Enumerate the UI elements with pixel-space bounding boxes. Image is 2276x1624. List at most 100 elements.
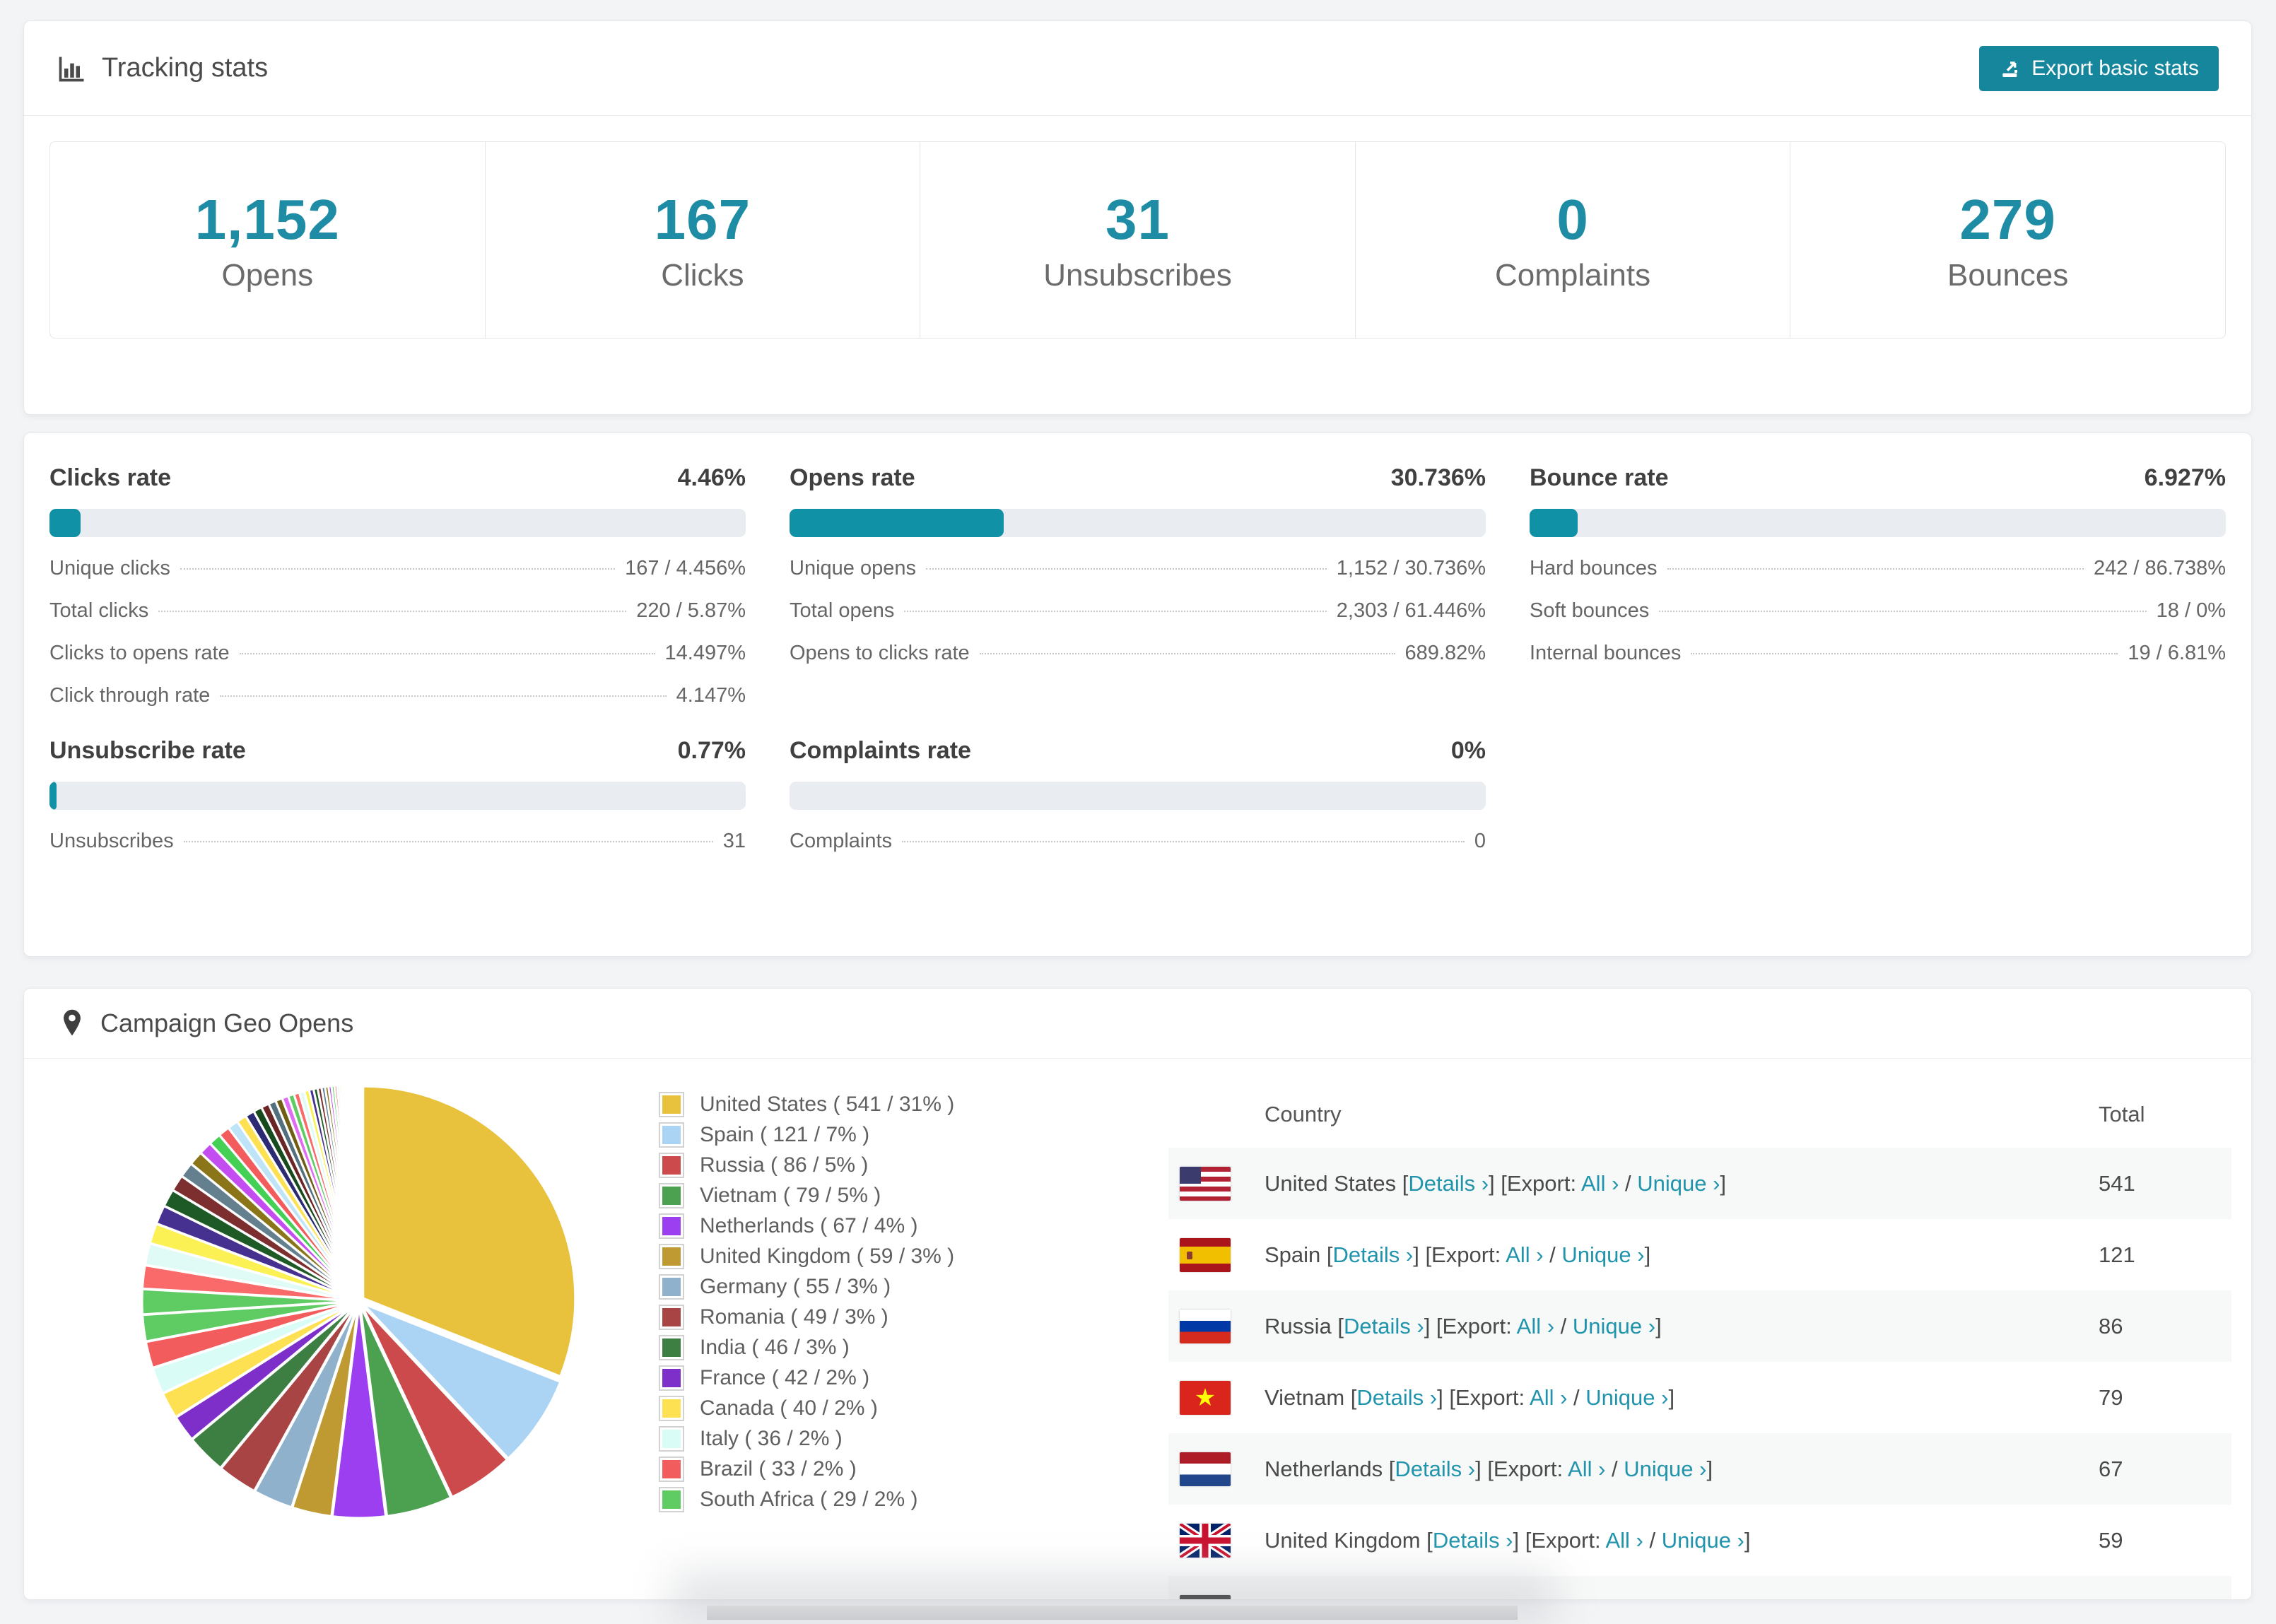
details-link[interactable]: Details › xyxy=(1356,1385,1437,1410)
rate-detail-label: Unique opens xyxy=(790,557,916,579)
legend-label: South Africa ( 29 / 2% ) xyxy=(700,1487,918,1511)
export-unique-link[interactable]: Unique › xyxy=(1624,1457,1706,1481)
details-link[interactable]: Details › xyxy=(1333,1242,1414,1267)
legend-item-south-africa: South Africa ( 29 / 2% ) xyxy=(659,1484,954,1514)
rate-section-complaints-rate: Complaints rate 0% Complaints 0 xyxy=(790,737,1486,853)
rates-grid: Clicks rate 4.46% Unique clicks 167 / 4.456… xyxy=(24,433,2251,884)
details-link[interactable]: Details › xyxy=(1408,1171,1489,1196)
campaign-geo-opens-card: Campaign Geo Opens United States ( 541 /… xyxy=(23,988,2252,1600)
rate-detail-row: Complaints 0 xyxy=(790,830,1486,853)
page-title: Tracking stats xyxy=(102,53,269,83)
nl-flag-icon xyxy=(1180,1452,1231,1486)
rate-detail-value: 167 / 4.456% xyxy=(625,557,746,579)
stat-label: Bounces xyxy=(1947,257,2069,293)
rate-detail-row: Opens to clicks rate 689.82% xyxy=(790,642,1486,665)
legend-label: France ( 42 / 2% ) xyxy=(700,1365,870,1389)
rate-detail-value: 220 / 5.87% xyxy=(636,599,746,622)
legend-label: Germany ( 55 / 3% ) xyxy=(700,1274,891,1298)
rate-title: Clicks rate xyxy=(49,464,171,491)
stat-bounces: 279 Bounces xyxy=(1790,142,2225,338)
pie-slice-other[interactable] xyxy=(357,1083,360,1298)
geo-table-row-gb: United Kingdom [Details ›] [Export: All … xyxy=(1168,1505,2231,1576)
legend-swatch xyxy=(659,1273,684,1300)
legend-item-vietnam: Vietnam ( 79 / 5% ) xyxy=(659,1180,954,1211)
export-unique-link[interactable]: Unique › xyxy=(1662,1528,1744,1553)
export-unique-link[interactable]: Unique › xyxy=(1561,1242,1644,1267)
legend-swatch xyxy=(659,1213,684,1239)
rate-detail-value: 1,152 / 30.736% xyxy=(1336,557,1486,579)
rate-progress-fill xyxy=(49,782,57,810)
rate-progress-fill xyxy=(1530,509,1578,537)
export-basic-stats-button[interactable]: Export basic stats xyxy=(1979,45,2219,91)
stat-clicks: 167 Clicks xyxy=(484,142,920,338)
dotted-leader xyxy=(904,611,1327,612)
rate-value: 6.927% xyxy=(2144,464,2226,491)
rate-section-bounce-rate: Bounce rate 6.927% Hard bounces 242 / 86.73… xyxy=(1530,464,2226,707)
export-unique-link[interactable]: Unique › xyxy=(1596,1599,1679,1600)
dotted-leader xyxy=(180,568,616,570)
legend-item-united-kingdom: United Kingdom ( 59 / 3% ) xyxy=(659,1241,954,1271)
export-all-link[interactable]: All › xyxy=(1605,1528,1643,1553)
rate-detail-value: 242 / 86.738% xyxy=(2093,557,2226,579)
legend-item-russia: Russia ( 86 / 5% ) xyxy=(659,1150,954,1180)
legend-swatch xyxy=(659,1304,684,1330)
export-all-link[interactable]: All › xyxy=(1517,1314,1554,1338)
geo-country-cell: Netherlands [Details ›] [Export: All › /… xyxy=(1265,1456,1713,1481)
rates-card: Clicks rate 4.46% Unique clicks 167 / 4.456… xyxy=(23,433,2252,957)
export-all-link[interactable]: All › xyxy=(1530,1385,1567,1410)
rate-detail-label: Complaints xyxy=(790,830,893,852)
rate-detail-label: Hard bounces xyxy=(1530,557,1658,579)
legend-label: Russia ( 86 / 5% ) xyxy=(700,1153,869,1177)
rate-progress-bar xyxy=(49,509,746,537)
legend-swatch xyxy=(659,1182,684,1208)
rate-detail-value: 31 xyxy=(722,830,746,852)
stat-value: 279 xyxy=(1959,187,2056,251)
rate-detail-label: Total opens xyxy=(790,599,895,622)
export-all-link[interactable]: All › xyxy=(1581,1171,1619,1196)
export-unique-link[interactable]: Unique › xyxy=(1637,1171,1720,1196)
export-all-link[interactable]: All › xyxy=(1506,1242,1543,1267)
rate-detail-value: 19 / 6.81% xyxy=(2128,642,2226,664)
details-link[interactable]: Details › xyxy=(1344,1314,1424,1338)
bottom-scrollbar[interactable] xyxy=(707,1606,1518,1620)
export-unique-link[interactable]: Unique › xyxy=(1573,1314,1655,1338)
geo-table-row-nl: Netherlands [Details ›] [Export: All › /… xyxy=(1168,1433,2231,1505)
rate-title: Complaints rate xyxy=(790,737,971,764)
bar-chart-icon xyxy=(59,57,84,81)
details-link[interactable]: Details › xyxy=(1395,1457,1475,1481)
rate-detail-row: Unsubscribes 31 xyxy=(49,830,746,853)
geo-opens-pie-chart xyxy=(141,1083,577,1519)
export-all-link[interactable]: All › xyxy=(1568,1457,1605,1481)
vn-flag-icon: ★ xyxy=(1180,1380,1231,1415)
export-unique-link[interactable]: Unique › xyxy=(1585,1385,1668,1410)
gb-flag-icon xyxy=(1180,1523,1231,1558)
dotted-leader xyxy=(1659,611,2147,612)
stat-opens: 1,152 Opens xyxy=(50,142,485,338)
details-link[interactable]: Details › xyxy=(1433,1528,1513,1553)
rate-value: 4.46% xyxy=(677,464,746,491)
geo-total-value: 55 xyxy=(2099,1599,2123,1600)
stat-label: Complaints xyxy=(1495,257,1651,293)
stat-value: 0 xyxy=(1556,187,1589,251)
legend-label: Netherlands ( 67 / 4% ) xyxy=(700,1213,918,1237)
legend-item-canada: Canada ( 40 / 2% ) xyxy=(659,1393,954,1423)
tracking-stats-card: Tracking stats Export basic stats 1,152 O… xyxy=(23,20,2252,415)
geo-total-value: 86 xyxy=(2099,1313,2123,1338)
dotted-leader xyxy=(183,841,713,842)
geo-total-value: 79 xyxy=(2099,1384,2123,1410)
rate-detail-row: Total clicks 220 / 5.87% xyxy=(49,599,746,623)
export-icon xyxy=(2002,61,2018,77)
dotted-leader xyxy=(220,695,667,697)
legend-swatch xyxy=(659,1334,684,1360)
stat-value: 167 xyxy=(654,187,751,251)
stat-label: Unsubscribes xyxy=(1043,257,1232,293)
rate-detail-value: 18 / 0% xyxy=(2156,599,2226,622)
legend-item-netherlands: Netherlands ( 67 / 4% ) xyxy=(659,1211,954,1241)
map-pin-icon xyxy=(64,1009,81,1036)
rate-detail-row: Unique clicks 167 / 4.456% xyxy=(49,557,746,580)
legend-swatch xyxy=(659,1486,684,1512)
legend-item-germany: Germany ( 55 / 3% ) xyxy=(659,1271,954,1302)
rate-title: Opens rate xyxy=(790,464,915,491)
stat-value: 31 xyxy=(1105,187,1170,251)
geo-country-cell: Spain [Details ›] [Export: All › / Uniqu… xyxy=(1265,1242,1651,1267)
